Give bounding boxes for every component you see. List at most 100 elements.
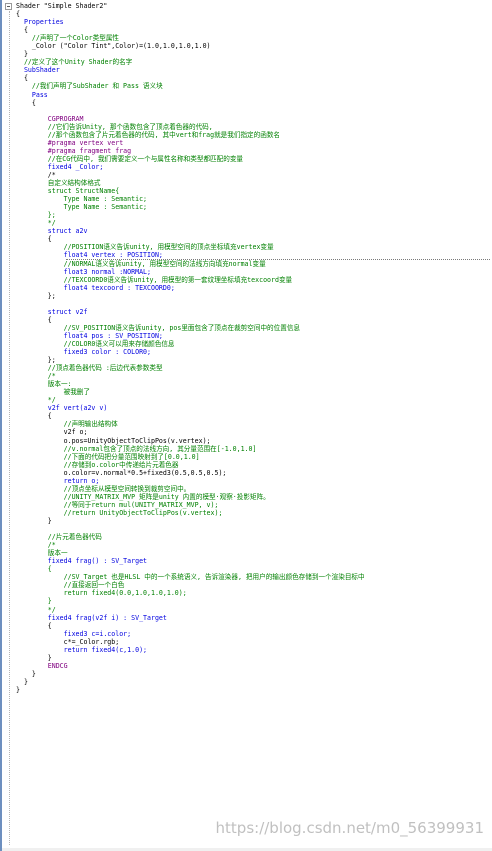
- code-line: //它们告诉Unity, 那个函数包含了顶点着色器的代码,: [16, 123, 492, 131]
- code-line: //NORMAL语义告诉unity, 用模型空间的法线方向填充normal变量: [16, 260, 492, 268]
- code-line: //片元着色器代码: [16, 533, 492, 541]
- code-line-text: 版本一:: [16, 380, 72, 389]
- code-line-text: ENDCG: [16, 661, 68, 670]
- code-area[interactable]: Shader "Simple Shader2"{ Properties { //…: [16, 2, 492, 694]
- code-line: {: [16, 74, 492, 82]
- code-line: CGPROGRAM: [16, 115, 492, 123]
- code-line: //SV_POSITION语义告诉unity, pos里面包含了顶点在裁剪空间中…: [16, 324, 492, 332]
- code-line: Pass: [16, 91, 492, 99]
- code-line: Type Name : Semantic;: [16, 195, 492, 203]
- code-line-text: //NORMAL语义告诉unity, 用模型空间的法线方向填充normal变量: [16, 259, 266, 268]
- code-line-text: fixed4 frag(v2f i) : SV_Target: [16, 613, 167, 622]
- code-line: Properties: [16, 18, 492, 26]
- code-line: {: [16, 235, 492, 243]
- code-line-text: fixed4 _Color;: [16, 162, 104, 171]
- code-line: return o;: [16, 477, 492, 485]
- code-line: */: [16, 219, 492, 227]
- code-line-text: //它们告诉Unity, 那个函数包含了顶点着色器的代码,: [16, 122, 213, 131]
- code-line-text: fixed4 frag() : SV_Target: [16, 557, 148, 566]
- code-line: //在CG代码中, 我们需要定义一个与属性名称和类型都匹配的变量: [16, 155, 492, 163]
- code-line: //COLOR0语义可以用来存储颜色信息: [16, 340, 492, 348]
- code-line-text: #pragma vertex vert: [16, 138, 124, 147]
- code-line: /*: [16, 541, 492, 549]
- code-line-text: 自定义结构体格式: [16, 179, 101, 188]
- code-line-text: };: [16, 291, 56, 300]
- code-editor[interactable]: Shader "Simple Shader2"{ Properties { //…: [0, 0, 492, 851]
- code-line-text: //我们声明了SubShader 和 Pass 语义块: [16, 82, 163, 91]
- code-line: }: [16, 686, 492, 694]
- code-line: };: [16, 292, 492, 300]
- code-line-text: //定义了这个Unity Shader的名字: [16, 58, 133, 67]
- code-line-text: //等同于return mul(UNITY_MATRIX_MVP, v);: [16, 500, 219, 509]
- code-line: {: [16, 412, 492, 420]
- code-line-text: v2f o;: [16, 428, 88, 437]
- code-line-text: */: [16, 396, 56, 405]
- code-line: }: [16, 50, 492, 58]
- code-line-text: c*=_Color.rgb;: [16, 637, 120, 646]
- code-line-text: //声明了一个Color类型属性: [16, 34, 120, 43]
- code-line: 版本一:: [16, 380, 492, 388]
- code-line: fixed3 color : COLOR0;: [16, 348, 492, 356]
- code-line: //定义了这个Unity Shader的名字: [16, 58, 492, 66]
- code-line: fixed4 frag() : SV_Target: [16, 557, 492, 565]
- code-line-text: }: [16, 669, 36, 678]
- code-line-text: //顶点坐标从模型空间转换到裁剪空间中。: [16, 484, 191, 493]
- fold-gutter: [4, 0, 14, 851]
- code-line: fixed4 _Color;: [16, 163, 492, 171]
- code-line: ENDCG: [16, 662, 492, 670]
- code-line-text: {: [16, 10, 20, 19]
- code-line: //SV_Target 也是HLSL 中的一个系统语义, 告诉渲染器, 把用户的…: [16, 573, 492, 581]
- code-line: float4 pos : SV_POSITION;: [16, 332, 492, 340]
- code-line-text: */: [16, 605, 56, 614]
- code-line: v2f o;: [16, 428, 492, 436]
- code-line: {: [16, 26, 492, 34]
- code-line-text: }: [16, 517, 52, 525]
- code-line-text: //在CG代码中, 我们需要定义一个与属性名称和类型都匹配的变量: [16, 154, 244, 163]
- code-line: //UNITY_MATRIX_MVP 矩阵是unity 内置的模型·观察·投影矩…: [16, 493, 492, 501]
- code-line: }: [16, 670, 492, 678]
- code-line: 被我删了: [16, 388, 492, 396]
- code-line: #pragma fragment frag: [16, 147, 492, 155]
- code-line-text: //片元着色器代码: [16, 533, 102, 542]
- watermark-text: https://blog.csdn.net/m0_56399931: [215, 819, 484, 837]
- code-line: //顶点坐标从模型空间转换到裁剪空间中。: [16, 485, 492, 493]
- code-line-text: }: [16, 653, 52, 662]
- code-line-text: return o;: [16, 476, 100, 485]
- code-line: */: [16, 606, 492, 614]
- code-line-text: //POSITION语义告诉unity, 用模型空间的顶点坐标填充vertex变…: [16, 243, 274, 252]
- code-line-text: Properties: [16, 18, 64, 27]
- code-line: o.color=v.normal*0.5+fixed3(0.5,0.5,0.5)…: [16, 469, 492, 477]
- code-line: }: [16, 597, 492, 605]
- code-line-text: {: [16, 621, 52, 630]
- code-line: }: [16, 654, 492, 662]
- code-line-text: fixed3 c=i.color;: [16, 629, 132, 638]
- code-line: float4 texcoord : TEXCOORD0;: [16, 284, 492, 292]
- code-line: //声明输出结构体: [16, 420, 492, 428]
- code-line-text: //存储到o.color中传递给片元着色器: [16, 460, 179, 469]
- code-line-text: /*: [16, 372, 56, 381]
- code-line: //我们声明了SubShader 和 Pass 语义块: [16, 82, 492, 90]
- code-line-text: }: [16, 50, 28, 59]
- code-line: /*: [16, 171, 492, 179]
- code-line-text: {: [16, 74, 28, 83]
- code-line: #pragma vertex vert: [16, 139, 492, 147]
- code-line-text: o.color=v.normal*0.5+fixed3(0.5,0.5,0.5)…: [16, 468, 227, 477]
- code-line-text: {: [16, 565, 52, 574]
- fold-toggle-icon[interactable]: [5, 3, 12, 10]
- code-line: 自定义结构体格式: [16, 179, 492, 187]
- code-line-text: //TEXCOORD0语义告诉unity, 用模型的第一套纹理坐标填充texco…: [16, 275, 293, 284]
- code-line-text: struct StructName{: [16, 187, 120, 196]
- code-line: struct StructName{: [16, 187, 492, 195]
- code-line: //POSITION语义告诉unity, 用模型空间的顶点坐标填充vertex变…: [16, 243, 492, 251]
- code-line: o.pos=UnityObjectToClipPos(v.vertex);: [16, 437, 492, 445]
- code-line: {: [16, 316, 492, 324]
- code-line-text: //顶点着色器代码 :后边代表参数类型: [16, 364, 163, 373]
- code-line: {: [16, 10, 492, 18]
- code-line: fixed4 frag(v2f i) : SV_Target: [16, 614, 492, 622]
- code-line-text: struct v2f: [16, 307, 88, 316]
- code-line-text: fixed3 color : COLOR0;: [16, 348, 151, 357]
- code-line: };: [16, 356, 492, 364]
- code-line-text: }: [16, 677, 28, 686]
